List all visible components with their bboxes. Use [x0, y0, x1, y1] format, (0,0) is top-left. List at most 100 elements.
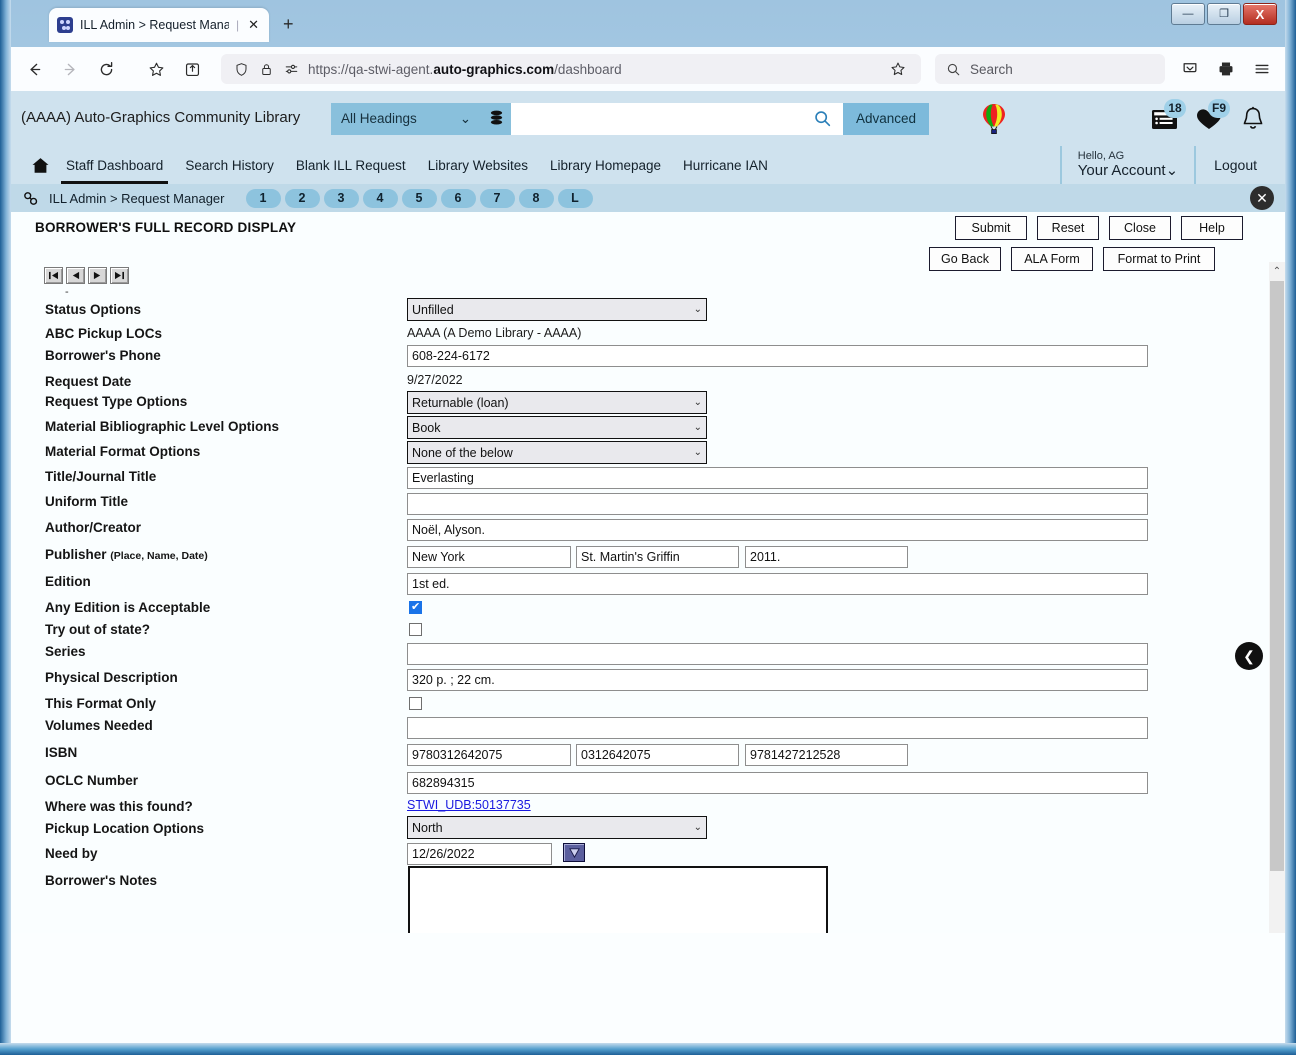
browser-tab[interactable]: ILL Admin > Request Manager | ✕: [49, 8, 269, 42]
home-icon[interactable]: [25, 156, 55, 175]
scroll-up-arrow-icon[interactable]: ⌃: [1269, 262, 1285, 281]
tab-favicon-icon: [57, 17, 73, 33]
step-pill-2[interactable]: 2: [284, 188, 320, 208]
nav-link-library-websites[interactable]: Library Websites: [417, 146, 539, 184]
hot-air-balloon-icon[interactable]: [977, 103, 1011, 135]
bookmark-star-icon[interactable]: [145, 58, 167, 80]
nav-link-label: Library Websites: [427, 157, 528, 173]
browser-search-placeholder: Search: [970, 61, 1013, 77]
search-submit-button[interactable]: [801, 102, 843, 135]
step-pill-4[interactable]: 4: [362, 188, 398, 208]
need-by-input[interactable]: [407, 843, 552, 865]
publisher-date-input[interactable]: [745, 546, 908, 568]
minimize-button[interactable]: —: [1171, 3, 1205, 25]
shield-icon[interactable]: [233, 61, 249, 77]
step-pill-6[interactable]: 6: [440, 188, 476, 208]
scrollbar-thumb[interactable]: [1270, 281, 1284, 871]
close-icon[interactable]: ✕: [1250, 186, 1274, 210]
try-out-of-state-checkbox[interactable]: [409, 623, 422, 636]
collapse-panel-button[interactable]: ❮: [1235, 642, 1263, 670]
where-found-link[interactable]: STWI_UDB:50137735: [407, 798, 531, 812]
material-bibliographic-level-select[interactable]: Book ⌄: [407, 416, 707, 439]
label-any-edition-acceptable: Any Edition is Acceptable: [45, 600, 211, 615]
physical-description-input[interactable]: [407, 669, 1148, 691]
step-pill-5[interactable]: 5: [401, 188, 437, 208]
header-icons: 18 F9: [1147, 98, 1285, 137]
permissions-icon[interactable]: [283, 61, 299, 77]
back-icon[interactable]: [23, 58, 45, 80]
label-request-date: Request Date: [45, 374, 132, 389]
url-bookmark-star-icon[interactable]: [887, 58, 909, 80]
browser-menu-icon[interactable]: [1251, 58, 1273, 80]
favorites-heart-icon[interactable]: F9: [1191, 98, 1230, 137]
step-pill-7[interactable]: 7: [479, 188, 515, 208]
forward-icon[interactable]: [59, 58, 81, 80]
tab-close-icon[interactable]: ✕: [246, 17, 261, 33]
save-to-pocket-icon[interactable]: [181, 58, 203, 80]
borrowers-phone-input[interactable]: [407, 345, 1148, 367]
your-account-menu[interactable]: Hello, AG Your Account⌄: [1059, 146, 1194, 184]
author-creator-input[interactable]: [407, 519, 1148, 541]
lock-icon[interactable]: [258, 61, 274, 77]
nav-link-staff-dashboard[interactable]: Staff Dashboard: [55, 146, 174, 184]
isbn-input-1[interactable]: [407, 744, 571, 766]
request-type-select[interactable]: Returnable (loan) ⌄: [407, 391, 707, 414]
pickup-location-select[interactable]: North ⌄: [407, 816, 707, 839]
title-journal-title-input[interactable]: [407, 467, 1148, 489]
oclc-number-input[interactable]: [407, 772, 1148, 794]
maximize-button[interactable]: ❐: [1207, 3, 1241, 25]
reload-icon[interactable]: [95, 58, 117, 80]
nav-link-library-homepage[interactable]: Library Homepage: [539, 146, 672, 184]
borrowers-notes-textarea[interactable]: [408, 866, 828, 933]
step-pill-8[interactable]: 8: [518, 188, 554, 208]
database-icon[interactable]: [481, 102, 511, 135]
help-button[interactable]: Help: [1181, 216, 1243, 240]
logout-button[interactable]: Logout: [1194, 146, 1275, 184]
publisher-name-input[interactable]: [576, 546, 739, 568]
nav-link-hurricane-ian[interactable]: Hurricane IAN: [672, 146, 779, 184]
browser-search-bar[interactable]: Search: [935, 54, 1165, 84]
nav-link-search-history[interactable]: Search History: [174, 146, 285, 184]
maximize-icon: ❐: [1219, 7, 1229, 20]
url-bar[interactable]: https://qa-stwi-agent.auto-graphics.com/…: [221, 54, 921, 84]
reset-button[interactable]: Reset: [1037, 216, 1099, 240]
search-input[interactable]: [511, 102, 801, 135]
publisher-label-main: Publisher: [45, 547, 107, 562]
nav-link-blank-ill-request[interactable]: Blank ILL Request: [285, 146, 417, 184]
volumes-needed-input[interactable]: [407, 717, 1148, 739]
previous-record-icon[interactable]: [66, 267, 85, 284]
app-nav-links: Staff Dashboard Search History Blank ILL…: [11, 146, 779, 184]
print-icon[interactable]: [1215, 58, 1237, 80]
calendar-picker-icon[interactable]: [563, 843, 585, 862]
downloads-icon[interactable]: [1179, 58, 1201, 80]
isbn-input-2[interactable]: [576, 744, 739, 766]
any-edition-acceptable-checkbox[interactable]: [409, 600, 422, 614]
edition-input[interactable]: [407, 573, 1148, 595]
window-close-button[interactable]: X: [1243, 3, 1277, 25]
isbn-input-3[interactable]: [745, 744, 908, 766]
step-pill-l[interactable]: L: [557, 188, 593, 208]
headings-select[interactable]: All Headings ⌄: [331, 102, 481, 135]
content-scrollbar[interactable]: ⌃: [1269, 262, 1285, 933]
requests-list-icon[interactable]: 18: [1147, 98, 1186, 137]
series-input[interactable]: [407, 643, 1148, 665]
close-button[interactable]: Close: [1109, 216, 1171, 240]
uniform-title-input[interactable]: [407, 493, 1148, 515]
step-pill-1[interactable]: 1: [245, 188, 281, 208]
this-format-only-checkbox[interactable]: [409, 697, 422, 710]
nav-link-label: Search History: [185, 157, 274, 173]
next-record-icon[interactable]: [88, 267, 107, 284]
browser-navbar: https://qa-stwi-agent.auto-graphics.com/…: [11, 47, 1285, 91]
advanced-search-button[interactable]: Advanced: [843, 102, 930, 135]
last-record-icon[interactable]: [110, 267, 129, 284]
material-format-select[interactable]: None of the below ⌄: [407, 441, 707, 464]
status-options-select[interactable]: Unfilled ⌄: [407, 298, 707, 321]
submit-button[interactable]: Submit: [955, 216, 1027, 240]
new-tab-button[interactable]: +: [283, 15, 294, 33]
form-scroll-pane: - Status Options Unfilled ⌄ ABC Pickup LO…: [11, 262, 1285, 933]
publisher-label-sub: (Place, Name, Date): [110, 550, 208, 562]
publisher-place-input[interactable]: [407, 546, 571, 568]
bell-icon[interactable]: [1235, 101, 1271, 137]
first-record-icon[interactable]: [44, 267, 63, 284]
step-pill-3[interactable]: 3: [323, 188, 359, 208]
